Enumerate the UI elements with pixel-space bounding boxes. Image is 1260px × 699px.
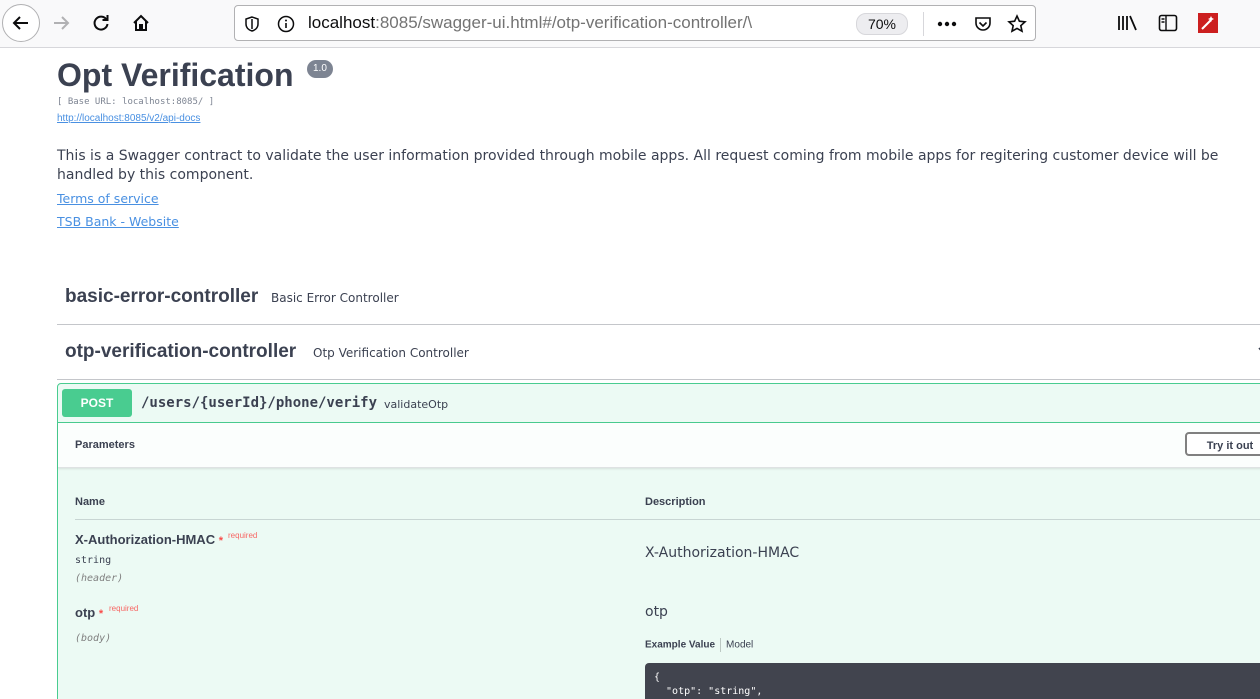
page-title: Opt Verification — [57, 57, 294, 93]
page-actions-icon[interactable] — [936, 13, 958, 35]
param-location: (header) — [75, 573, 124, 584]
param-description: X-Authorization-HMAC — [645, 545, 800, 561]
required-label: required — [228, 531, 258, 540]
table-header-divider — [75, 519, 1260, 520]
param-description: otp — [645, 604, 668, 620]
controller-otp-verification[interactable]: otp-verification-controller Otp Verifica… — [57, 325, 1260, 380]
tab-divider — [720, 638, 722, 652]
controller-description: Otp Verification Controller — [313, 346, 469, 360]
controller-description: Basic Error Controller — [271, 291, 399, 305]
forward-arrow-icon — [54, 16, 70, 30]
browser-toolbar: localhost:8085/swagger-ui.html#/otp-veri… — [0, 0, 1260, 48]
home-icon — [133, 14, 149, 31]
reload-icon — [93, 15, 109, 31]
parameters-title: Parameters — [75, 439, 135, 451]
operation-block-post: POST /users/{userId}/phone/verify valida… — [57, 383, 1260, 699]
back-button[interactable] — [2, 4, 40, 42]
example-value-code[interactable]: { "otp": "string", — [645, 663, 1260, 699]
code-line: "otp": "string", — [654, 686, 763, 697]
library-icon[interactable] — [1115, 10, 1141, 36]
extension-icon[interactable] — [1195, 10, 1221, 36]
zoom-badge[interactable]: 70% — [856, 13, 908, 35]
param-location: (body) — [75, 633, 112, 644]
param-name: X-Authorization-HMAC * — [75, 532, 223, 547]
column-header-name: Name — [75, 496, 105, 508]
terms-of-service-link[interactable]: Terms of service — [57, 191, 159, 206]
api-description: This is a Swagger contract to validate t… — [57, 148, 1219, 183]
version-badge: 1.0 — [307, 60, 333, 78]
base-url: [ Base URL: localhost:8085/ ] — [57, 97, 215, 107]
url-text[interactable]: localhost:8085/swagger-ui.html#/otp-veri… — [308, 13, 828, 33]
try-it-out-button[interactable]: Try it out — [1185, 432, 1260, 456]
operation-id: validateOtp — [384, 398, 449, 411]
swagger-page: Opt Verification 1.0 [ Base URL: localho… — [0, 48, 1260, 699]
operation-path: /users/{userId}/phone/verify — [141, 395, 378, 411]
reload-button[interactable] — [84, 6, 118, 40]
tab-model[interactable]: Model — [726, 640, 753, 651]
forward-button[interactable] — [44, 6, 78, 40]
website-link[interactable]: TSB Bank - Website — [57, 214, 179, 229]
parameters-header: Parameters Try it out — [58, 423, 1260, 468]
param-name-text: otp — [75, 605, 96, 620]
operation-summary[interactable]: POST /users/{userId}/phone/verify valida… — [58, 384, 1260, 423]
bookmark-star-icon[interactable] — [1006, 13, 1028, 35]
code-line: { — [654, 672, 661, 683]
url-bar-divider — [923, 12, 924, 36]
controller-basic-error[interactable]: basic-error-controller Basic Error Contr… — [57, 270, 1260, 325]
url-bar[interactable]: localhost:8085/swagger-ui.html#/otp-veri… — [234, 5, 1036, 41]
back-arrow-icon — [12, 16, 28, 30]
required-star: * — [98, 608, 104, 620]
column-header-description: Description — [645, 496, 706, 508]
pocket-icon[interactable] — [972, 13, 994, 35]
required-label: required — [109, 604, 139, 613]
param-name: otp * — [75, 605, 103, 620]
required-star: * — [218, 535, 223, 547]
controller-name: otp-verification-controller — [65, 341, 297, 362]
info-icon[interactable] — [275, 13, 297, 35]
url-path: :8085/swagger-ui.html#/otp-verification-… — [375, 13, 753, 32]
controller-name: basic-error-controller — [65, 286, 259, 307]
sidebar-icon[interactable] — [1155, 10, 1181, 36]
url-host: localhost — [308, 13, 376, 32]
param-type: string — [75, 555, 112, 566]
shield-icon[interactable] — [241, 13, 263, 35]
http-method-badge: POST — [62, 389, 132, 417]
param-name-text: X-Authorization-HMAC — [75, 532, 216, 547]
home-button[interactable] — [124, 6, 158, 40]
example-model-tabs: Example Value Model — [645, 638, 753, 652]
api-docs-link[interactable]: http://localhost:8085/v2/api-docs — [57, 113, 200, 124]
tab-example-value[interactable]: Example Value — [645, 640, 715, 651]
